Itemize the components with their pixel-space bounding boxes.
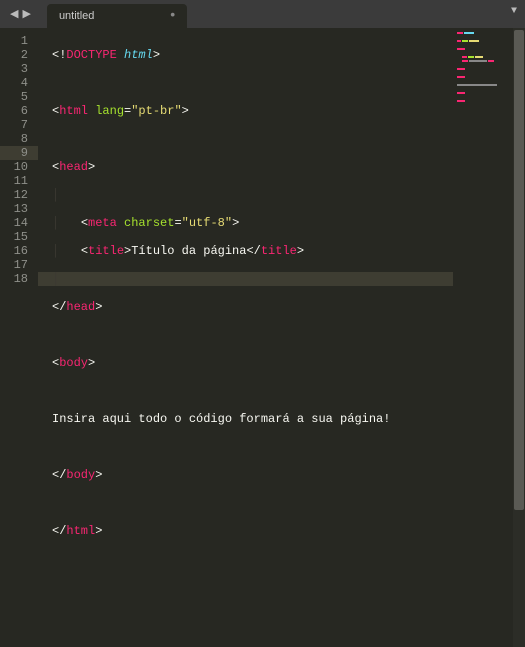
- line-number: 17: [0, 258, 38, 272]
- code-editor[interactable]: <!DOCTYPE html> <html lang="pt-br"> <hea…: [38, 28, 453, 647]
- line-number: 10: [0, 160, 38, 174]
- line-number: 4: [0, 76, 38, 90]
- nav-next-icon[interactable]: ▶: [20, 7, 32, 21]
- code-line: <head>: [52, 160, 453, 174]
- code-line: <!DOCTYPE html>: [52, 48, 453, 62]
- code-line: Insira aqui todo o código formará a sua …: [52, 412, 453, 426]
- line-gutter: 1 2 3 4 5 6 7 8 9 10 11 12 13 14 15 16 1…: [0, 28, 38, 647]
- scrollbar-thumb[interactable]: [514, 30, 524, 510]
- editor-area: 1 2 3 4 5 6 7 8 9 10 11 12 13 14 15 16 1…: [0, 28, 525, 647]
- line-number: 12: [0, 188, 38, 202]
- line-number: 5: [0, 90, 38, 104]
- code-line: </head>: [52, 300, 453, 314]
- tab-title: untitled: [59, 10, 94, 22]
- titlebar: ◀ ▶ untitled • ▼: [0, 0, 525, 28]
- code-line-active: │: [38, 272, 525, 286]
- line-number: 16: [0, 244, 38, 258]
- line-number: 11: [0, 174, 38, 188]
- code-line: │ <meta charset="utf-8">: [52, 216, 453, 230]
- line-number: 9: [0, 146, 38, 160]
- code-line: [52, 328, 453, 342]
- code-line: [52, 132, 453, 146]
- code-line: <html lang="pt-br">: [52, 104, 453, 118]
- line-number: 15: [0, 230, 38, 244]
- line-number: 18: [0, 272, 38, 286]
- line-number: 14: [0, 216, 38, 230]
- code-line: │: [52, 188, 453, 202]
- code-line: [52, 384, 453, 398]
- line-number: 3: [0, 62, 38, 76]
- code-line: [52, 496, 453, 510]
- code-line: │ <title>Título da página</title>: [52, 244, 453, 258]
- line-number: 8: [0, 132, 38, 146]
- line-number: 2: [0, 48, 38, 62]
- tab-dropdown-icon[interactable]: ▼: [511, 6, 517, 17]
- tab-untitled[interactable]: untitled •: [47, 4, 187, 28]
- nav-prev-icon[interactable]: ◀: [8, 7, 20, 21]
- line-number: 1: [0, 34, 38, 48]
- code-line: <body>: [52, 356, 453, 370]
- line-number: 7: [0, 118, 38, 132]
- code-line: [52, 76, 453, 90]
- line-number: 13: [0, 202, 38, 216]
- code-line: [52, 440, 453, 454]
- code-line: </body>: [52, 468, 453, 482]
- nav-arrows: ◀ ▶: [0, 0, 41, 28]
- code-line: </html>: [52, 524, 453, 538]
- scrollbar-track[interactable]: [513, 28, 525, 647]
- line-number: 6: [0, 104, 38, 118]
- tab-dirty-icon: •: [169, 8, 177, 24]
